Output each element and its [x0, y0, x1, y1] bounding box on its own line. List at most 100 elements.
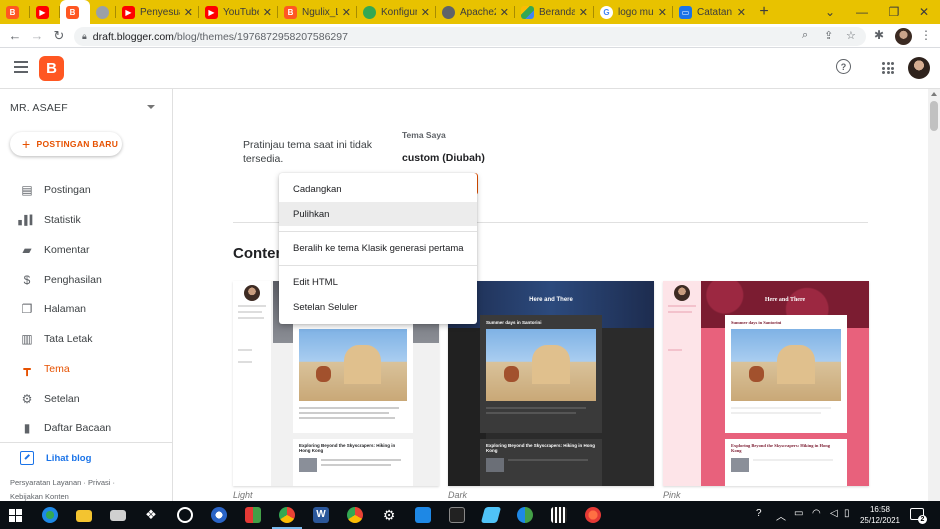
browser-tab[interactable]: ▭ Catatan M ✕: [673, 0, 752, 24]
theme-thumb-avatar: [244, 285, 260, 301]
notes-app-icon[interactable]: [480, 507, 502, 523]
extensions-puzzle-icon[interactable]: ✱: [874, 28, 884, 42]
sidebar-item-label: Postingan: [44, 184, 91, 196]
theme-card-pink[interactable]: Here and There Summer days in Santorini …: [663, 281, 869, 486]
youtube-icon: ▶: [205, 5, 218, 19]
new-post-button[interactable]: + POSTINGAN BARU: [10, 132, 122, 156]
browser-tab[interactable]: G logo mus ✕: [594, 0, 673, 24]
close-window-icon[interactable]: ✕: [906, 0, 940, 24]
youtube-icon: ▶: [36, 5, 49, 19]
browser-tab[interactable]: B: [0, 0, 30, 24]
wifi-tray-icon[interactable]: ◠: [812, 508, 821, 519]
blogger-logo[interactable]: B: [39, 56, 64, 81]
help-icon[interactable]: ?: [836, 59, 851, 74]
google-icon: G: [600, 5, 613, 19]
menu-item-edit-html[interactable]: Edit HTML: [279, 270, 477, 294]
scrollbar-thumb[interactable]: [930, 101, 938, 131]
hamburger-menu-icon[interactable]: [14, 61, 28, 75]
mail-icon[interactable]: [110, 510, 126, 521]
menu-item-restore[interactable]: Pulihkan: [279, 202, 477, 226]
zoom-icon[interactable]: ⌕: [802, 29, 808, 42]
video-editor-icon[interactable]: [551, 507, 567, 523]
apps-grid-icon[interactable]: [882, 62, 894, 74]
new-tab-plus-icon[interactable]: +: [752, 0, 776, 24]
taskbar-clock[interactable]: 16:58 25/12/2021: [858, 504, 902, 526]
signal-icon[interactable]: [211, 507, 227, 523]
notification-count-badge: 2: [918, 515, 927, 524]
sidebar-item-komentar[interactable]: ▰ Komentar: [0, 235, 172, 265]
menu-item-switch-classic[interactable]: Beralih ke tema Klasik generasi pertama: [279, 236, 477, 260]
browser-tab-active[interactable]: B: [60, 0, 90, 24]
network-app-icon[interactable]: [517, 507, 533, 523]
minimize-icon[interactable]: —: [844, 0, 880, 24]
view-blog-link[interactable]: Lihat blog: [20, 451, 91, 465]
sidebar-item-postingan[interactable]: ▤ Postingan: [0, 175, 172, 205]
battery-tray-icon[interactable]: ▯: [844, 508, 850, 519]
close-tab-icon[interactable]: ✕: [421, 6, 430, 19]
browser-tab[interactable]: ▶ Penyesuai ✕: [116, 0, 199, 24]
close-tab-icon[interactable]: ✕: [658, 6, 667, 19]
chrome-icon[interactable]: [279, 507, 295, 523]
menu-item-mobile-settings[interactable]: Setelan Seluler: [279, 295, 477, 319]
close-tab-icon[interactable]: ✕: [500, 6, 509, 19]
browser-tab[interactable]: [90, 0, 116, 24]
network-tray-icon[interactable]: ▭: [794, 508, 803, 519]
address-bar[interactable]: 🔒︎ draft.blogger.com/blog/themes/1976872…: [74, 27, 866, 46]
menu-item-backup[interactable]: Cadangkan: [279, 177, 477, 201]
browser-profile-avatar[interactable]: [895, 28, 912, 45]
back-arrow-icon[interactable]: ←: [4, 25, 26, 47]
browser-tab[interactable]: ▶ YouTube ✕: [199, 0, 278, 24]
blog-selector-caret-icon[interactable]: [147, 105, 155, 109]
settings-gear-icon[interactable]: ⚙: [381, 507, 397, 523]
sidebar-item-daftar-bacaan[interactable]: ▮ Daftar Bacaan: [0, 413, 172, 443]
reload-icon[interactable]: ↻: [48, 25, 70, 47]
close-tab-icon[interactable]: ✕: [579, 6, 588, 19]
close-tab-icon[interactable]: ✕: [184, 6, 193, 19]
browser-tab[interactable]: Beranda ✕: [515, 0, 594, 24]
account-avatar[interactable]: [908, 57, 930, 79]
sidebar-item-tata-letak[interactable]: ▥ Tata Letak: [0, 324, 172, 354]
dropbox-icon[interactable]: ❖: [143, 507, 159, 523]
footer-links-line1[interactable]: Persyaratan Layanan · Privasi ·: [10, 476, 115, 490]
file-explorer-icon[interactable]: [76, 510, 92, 522]
sidebar-item-statistik[interactable]: ▖▌▍ Statistik: [0, 205, 172, 235]
sidebar-item-setelan[interactable]: ⚙ Setelan: [0, 384, 172, 414]
terminal-icon[interactable]: [449, 507, 465, 523]
github-icon[interactable]: [177, 507, 193, 523]
theme-thumb-post-2: Exploring Beyond the Skyscrapers: Hiking…: [480, 439, 602, 486]
theme-thumb-sidebar: [663, 281, 701, 486]
forward-arrow-icon[interactable]: →: [26, 25, 48, 47]
tab-search-chevron-icon[interactable]: ⌄: [812, 0, 848, 24]
chrome-icon[interactable]: [347, 507, 363, 523]
volume-tray-icon[interactable]: ◁: [830, 508, 838, 519]
edge-icon[interactable]: [42, 507, 58, 523]
close-tab-icon[interactable]: ✕: [737, 6, 746, 19]
notes-icon: ▭: [679, 5, 692, 19]
blog-selector-name[interactable]: MR. ASAEF: [10, 102, 68, 114]
scroll-up-arrow-icon[interactable]: [931, 92, 937, 96]
paint-app-icon[interactable]: [585, 507, 601, 523]
app-grid-icon[interactable]: [245, 507, 261, 523]
page-scrollbar[interactable]: [928, 89, 940, 501]
close-tab-icon[interactable]: ✕: [263, 6, 272, 19]
share-icon[interactable]: ⇪: [824, 29, 833, 42]
bookmark-star-icon[interactable]: ☆: [846, 29, 856, 42]
help-tray-icon[interactable]: ?: [756, 508, 762, 519]
sidebar-item-tema[interactable]: ┳ Tema: [0, 354, 172, 384]
browser-menu-icon[interactable]: ⋮: [920, 28, 932, 42]
blogger-icon: B: [6, 5, 19, 19]
theme-card-dark[interactable]: Here and There Summer days in Santorini …: [448, 281, 654, 486]
tray-overflow-chevron-icon[interactable]: ︿: [776, 508, 786, 523]
sidebar-item-penghasilan[interactable]: $ Penghasilan: [0, 265, 172, 295]
browser-tab[interactable]: ▶: [30, 0, 60, 24]
word-icon[interactable]: W: [313, 507, 329, 523]
sidebar-item-halaman[interactable]: ❐ Halaman: [0, 294, 172, 324]
remote-desktop-icon[interactable]: [415, 507, 431, 523]
browser-tab[interactable]: Konfigura ✕: [357, 0, 436, 24]
close-tab-icon[interactable]: ✕: [342, 6, 351, 19]
windows-start-icon[interactable]: [9, 509, 22, 522]
browser-tab[interactable]: B Ngulix_Lin ✕: [278, 0, 357, 24]
blogger-header: B ?: [0, 49, 940, 89]
browser-tab[interactable]: Apache2 ✕: [436, 0, 515, 24]
external-link-icon: [20, 451, 34, 465]
